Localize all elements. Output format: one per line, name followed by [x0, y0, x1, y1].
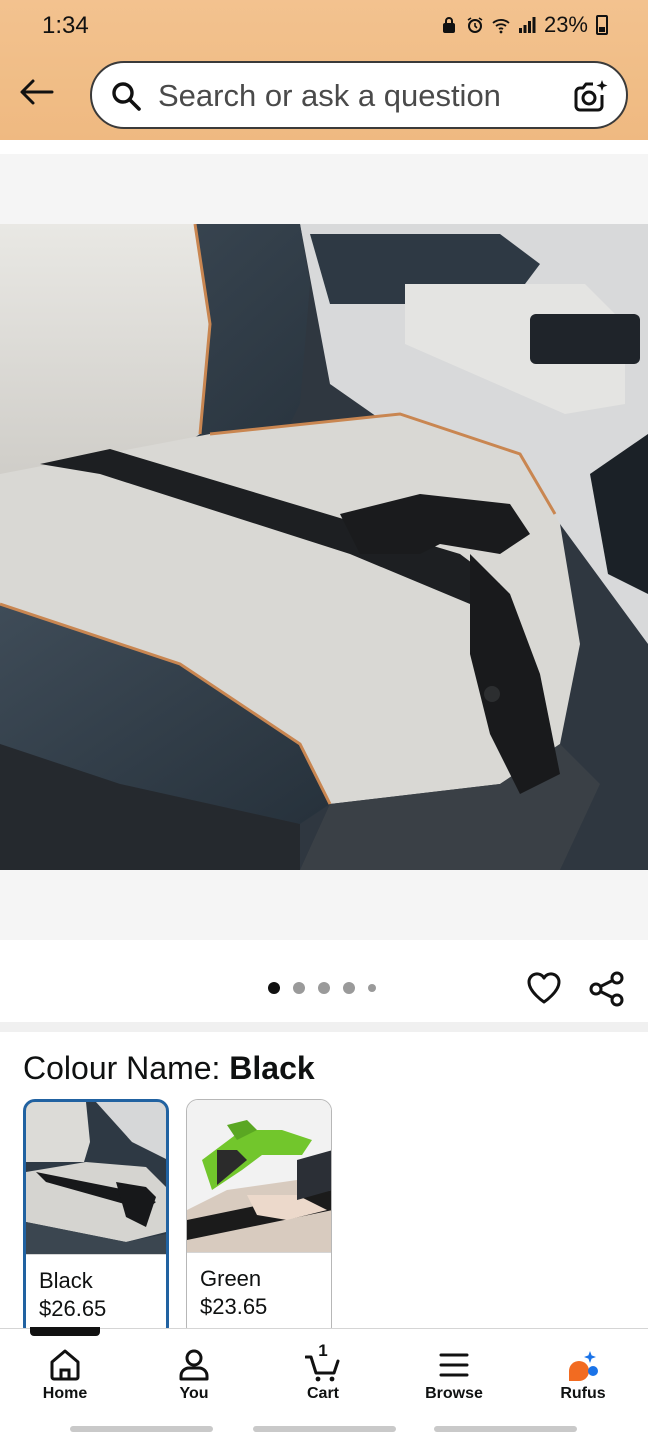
- product-image-gallery[interactable]: [0, 140, 648, 940]
- pagination-dot[interactable]: [268, 982, 280, 994]
- search-icon: [112, 82, 141, 111]
- colour-name-label: Colour Name: Black: [23, 1050, 315, 1087]
- gallery-controls: [0, 940, 648, 1024]
- product-photo[interactable]: [0, 224, 648, 870]
- gesture-handle: [70, 1426, 213, 1432]
- top-area: 1:34 23% Search or ask a question: [0, 0, 648, 140]
- camera-lens-icon[interactable]: [572, 77, 610, 115]
- swatch-black-image: [26, 1102, 166, 1254]
- rufus-icon: [569, 1351, 598, 1381]
- swatch-separator: [187, 1252, 331, 1253]
- colour-label-prefix: Colour Name:: [23, 1050, 230, 1086]
- nav-label: Rufus: [560, 1385, 606, 1402]
- gesture-bar: [0, 1418, 648, 1440]
- nav-home[interactable]: Home: [15, 1329, 115, 1419]
- battery-percent: 23%: [543, 12, 588, 37]
- gallery-top-strip: [0, 140, 648, 154]
- nav-you[interactable]: You: [144, 1329, 244, 1419]
- swatch-separator: [26, 1254, 166, 1255]
- wifi-icon: [492, 19, 510, 34]
- swatch-thumbnail: [187, 1100, 331, 1252]
- pagination-dot[interactable]: [293, 982, 305, 994]
- user-icon: [179, 1349, 209, 1381]
- swatch-price: $23.65: [200, 1294, 268, 1319]
- back-arrow-icon[interactable]: [18, 76, 54, 108]
- nav-label: Browse: [425, 1385, 483, 1402]
- swatch-name: Green: [200, 1266, 262, 1291]
- nav-label: You: [179, 1385, 209, 1402]
- status-icons: 23%: [440, 12, 608, 38]
- bottom-navigation: Home You 1 Cart Browse Rufus: [0, 1328, 648, 1418]
- car-seat-illustration: [0, 224, 648, 870]
- status-bar: 1:34 23%: [0, 0, 648, 52]
- status-time: 1:34: [42, 12, 89, 39]
- lock-icon: [442, 17, 455, 33]
- nav-rufus[interactable]: Rufus: [533, 1329, 633, 1419]
- nav-browse[interactable]: Browse: [404, 1329, 504, 1419]
- signal-icon: [518, 17, 536, 33]
- gesture-handle: [253, 1426, 396, 1432]
- alarm-icon: [467, 17, 483, 33]
- swatch-name: Black: [39, 1268, 93, 1293]
- search-input[interactable]: Search or ask a question: [158, 78, 501, 114]
- nav-cart[interactable]: 1 Cart: [273, 1329, 373, 1419]
- swatch-green-image: [187, 1100, 331, 1252]
- swatch-price: $26.65: [39, 1296, 107, 1321]
- section-divider: [0, 1022, 648, 1032]
- gesture-handle: [434, 1426, 577, 1432]
- colour-swatch-green[interactable]: Green $23.65: [186, 1099, 332, 1339]
- search-bar[interactable]: Search or ask a question: [90, 61, 628, 129]
- selected-colour: Black: [229, 1050, 315, 1086]
- colour-swatch-black[interactable]: Black $26.65: [23, 1099, 169, 1339]
- cart-icon: [305, 1355, 340, 1382]
- menu-icon: [439, 1353, 469, 1377]
- pagination-dot[interactable]: [368, 984, 376, 992]
- pagination-dot[interactable]: [318, 982, 330, 994]
- home-icon: [50, 1349, 80, 1381]
- pagination-dot[interactable]: [343, 982, 355, 994]
- swatch-thumbnail: [26, 1102, 166, 1254]
- share-icon[interactable]: [588, 970, 626, 1008]
- selected-swatch-indicator: [30, 1327, 100, 1336]
- image-pagination-dots[interactable]: [268, 982, 376, 994]
- nav-label: Home: [42, 1385, 88, 1402]
- battery-icon: [596, 15, 608, 35]
- nav-label: Cart: [306, 1385, 339, 1402]
- heart-icon[interactable]: [526, 970, 562, 1006]
